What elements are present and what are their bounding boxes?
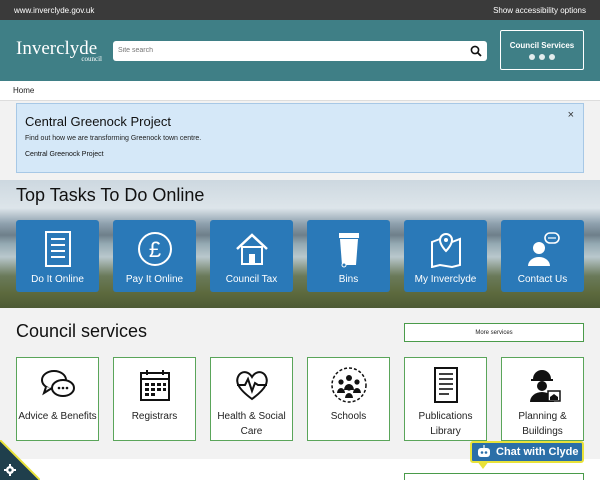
chat-with-clyde-button[interactable]: Chat with Clyde <box>470 441 584 463</box>
more-services-button[interactable]: More services <box>404 323 584 342</box>
service-health-social-care[interactable]: Health & Social Care <box>210 357 293 441</box>
breadcrumb: Home <box>0 81 600 101</box>
task-pay-it-online[interactable]: £ Pay It Online <box>113 220 196 292</box>
document-icon <box>433 367 458 403</box>
accessibility-settings-corner[interactable] <box>0 440 40 480</box>
next-section-button[interactable] <box>404 473 584 480</box>
pound-icon: £ <box>137 232 172 266</box>
chat-tail <box>477 461 489 469</box>
top-tasks-list: Do It Online £ Pay It Online Council Tax… <box>16 220 584 292</box>
task-label: Do It Online <box>31 274 84 285</box>
service-publications-library[interactable]: Publications Library <box>404 357 487 441</box>
service-label: Advice & Benefits <box>18 411 97 422</box>
task-label: Bins <box>338 274 359 285</box>
svg-text:£: £ <box>148 237 160 262</box>
service-planning-buildings[interactable]: Planning & Buildings <box>501 357 584 441</box>
task-label: Contact Us <box>517 274 568 285</box>
site-url-link[interactable]: www.inverclyde.gov.uk <box>14 6 94 15</box>
alert-link[interactable]: Central Greenock Project <box>25 151 104 158</box>
service-advice-benefits[interactable]: Advice & Benefits <box>16 357 99 441</box>
robot-icon <box>478 445 490 457</box>
form-icon <box>44 231 71 267</box>
council-logo[interactable]: Inverclyde council <box>16 39 102 63</box>
task-label: My Inverclyde <box>414 274 477 285</box>
services-list: Advice & Benefits Registrars Health & So… <box>16 357 584 441</box>
service-label: Publications Library <box>418 411 473 437</box>
council-services-title: Council services <box>16 321 148 341</box>
top-tasks-title: Top Tasks To Do Online <box>16 185 205 205</box>
service-label: Schools <box>330 411 367 422</box>
alert-text: Find out how we are transforming Greenoc… <box>25 135 202 142</box>
task-bins[interactable]: Bins <box>307 220 390 292</box>
service-schools[interactable]: Schools <box>307 357 390 441</box>
service-label: Health & Social Care <box>217 411 286 437</box>
calendar-icon <box>139 370 170 401</box>
task-label: Pay It Online <box>125 274 184 285</box>
bin-icon <box>338 233 359 268</box>
close-icon[interactable]: × <box>568 109 574 121</box>
site-header: Inverclyde council Council Services <box>0 20 600 81</box>
contact-icon <box>527 232 560 266</box>
chat-bubbles-icon <box>40 370 75 397</box>
dots-icon <box>529 53 555 60</box>
alert-banner: Central Greenock Project Find out how we… <box>16 103 584 173</box>
search-icon[interactable] <box>470 45 482 57</box>
alert-title: Central Greenock Project <box>25 114 171 129</box>
council-services-label: Council Services <box>509 40 575 50</box>
people-group-icon <box>330 367 367 403</box>
task-do-it-online[interactable]: Do It Online <box>16 220 99 292</box>
service-label: Registrars <box>131 411 178 422</box>
house-icon <box>235 233 268 265</box>
top-tasks-section: Top Tasks To Do Online Do It Online £ Pa… <box>0 180 600 308</box>
task-contact-us[interactable]: Contact Us <box>501 220 584 292</box>
top-bar: www.inverclyde.gov.uk Show accessibility… <box>0 0 600 20</box>
heartbeat-icon <box>235 371 268 401</box>
task-council-tax[interactable]: Council Tax <box>210 220 293 292</box>
site-search <box>113 40 487 61</box>
search-input[interactable] <box>118 47 470 54</box>
task-my-inverclyde[interactable]: My Inverclyde <box>404 220 487 292</box>
service-registrars[interactable]: Registrars <box>113 357 196 441</box>
map-pin-icon <box>430 232 461 268</box>
service-label: Planning & Buildings <box>518 411 567 437</box>
council-services-button[interactable]: Council Services <box>500 30 584 70</box>
chat-label: Chat with Clyde <box>496 446 579 458</box>
breadcrumb-home[interactable]: Home <box>13 86 34 95</box>
accessibility-options-link[interactable]: Show accessibility options <box>493 6 586 15</box>
builder-icon <box>529 370 561 402</box>
task-label: Council Tax <box>225 274 278 285</box>
